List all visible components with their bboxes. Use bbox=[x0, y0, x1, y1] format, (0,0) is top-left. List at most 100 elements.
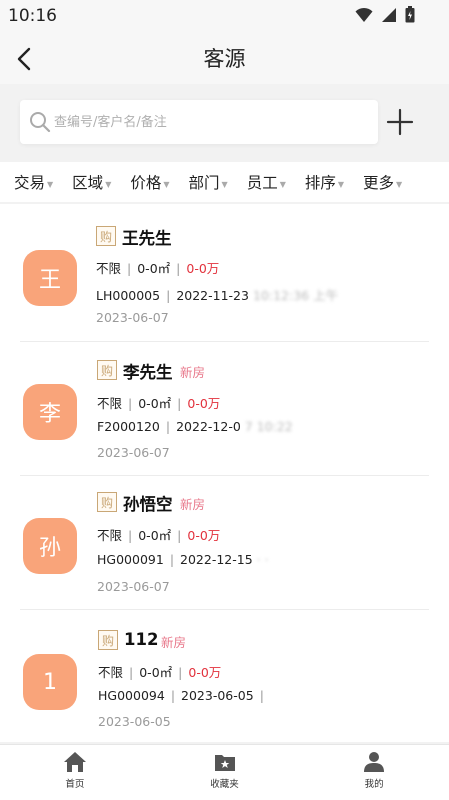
price-range: 0-0万 bbox=[186, 261, 220, 276]
filter-label: 员工 bbox=[246, 174, 278, 192]
client-card[interactable]: 李 购 李先生 新房 不限 | 0-0㎡ | 0-0万 F2000120 | 2022-12… bbox=[0, 342, 449, 476]
search-box[interactable] bbox=[20, 100, 378, 144]
search-input[interactable] bbox=[54, 100, 364, 144]
price-range: 0-0万 bbox=[187, 528, 221, 543]
dropdown-arrow-icon: ▼ bbox=[337, 179, 345, 189]
price-range: 0-0万 bbox=[187, 396, 221, 411]
created-date: 2023-06-07 bbox=[97, 445, 170, 460]
client-card[interactable]: 王 购 王先生 不限 | 0-0㎡ | 0-0万 LH000005 | 2022-11-23… bbox=[0, 204, 449, 342]
requirement-line: 不限 | 0-0㎡ | 0-0万 bbox=[96, 261, 220, 276]
house-type: 不限 bbox=[97, 528, 123, 543]
tab-mine[interactable]: 我的 bbox=[299, 745, 449, 800]
dropdown-arrow-icon: ▼ bbox=[396, 179, 403, 189]
created-date: 2023-06-07 bbox=[97, 579, 170, 594]
requirement-line: 不限 | 0-0㎡ | 0-0万 bbox=[97, 528, 221, 543]
filter-label: 部门 bbox=[188, 174, 220, 192]
new-house-tag: 新房 bbox=[161, 635, 187, 650]
buy-badge: 购 bbox=[97, 360, 117, 380]
filter-label: 更多 bbox=[363, 174, 395, 192]
client-name: 王先生 bbox=[122, 229, 172, 248]
dropdown-arrow-icon: ▼ bbox=[163, 179, 170, 189]
updated-date: 2023-06-05 bbox=[181, 688, 254, 703]
created-date: 2023-06-05 bbox=[98, 714, 171, 729]
code-line: F2000120 | 2022-12-0 7 10:22 bbox=[97, 419, 293, 434]
filter-staff[interactable]: 员工 ▼ bbox=[247, 171, 286, 193]
updated-date: 2022-12-15 bbox=[180, 552, 253, 567]
filter-label: 排序 bbox=[304, 174, 336, 192]
add-client-button[interactable] bbox=[384, 106, 416, 138]
area-range: 0-0㎡ bbox=[137, 261, 171, 276]
dropdown-arrow-icon: ▼ bbox=[279, 179, 286, 189]
wifi-icon bbox=[355, 7, 373, 22]
house-type: 不限 bbox=[98, 665, 124, 680]
blurred-text: 7 10:22 bbox=[244, 419, 293, 434]
updated-date: 2022-11-23 bbox=[176, 288, 249, 303]
home-icon bbox=[63, 752, 86, 772]
requirement-line: 不限 | 0-0㎡ | 0-0万 bbox=[98, 665, 222, 680]
tab-home[interactable]: 首页 bbox=[0, 745, 150, 800]
status-bar: 10:16 bbox=[0, 0, 449, 34]
buy-badge: 购 bbox=[96, 226, 116, 246]
filter-department[interactable]: 部门 ▼ bbox=[189, 171, 228, 193]
client-code: F2000120 bbox=[97, 419, 160, 434]
area-range: 0-0㎡ bbox=[138, 528, 172, 543]
top-header: 客源 bbox=[0, 34, 449, 84]
code-line: HG000091 | 2022-12-15 · · bbox=[97, 552, 269, 567]
area-range: 0-0㎡ bbox=[138, 396, 172, 411]
client-card[interactable]: 1 购 112 新房 不限 | 0-0㎡ | 0-0万 HG000094 | 2023-06… bbox=[0, 610, 449, 742]
bottom-tab-bar: 首页 收藏夹 我的 bbox=[0, 744, 449, 800]
filter-sort[interactable]: 排序 ▼ bbox=[305, 171, 344, 193]
search-icon bbox=[30, 112, 51, 133]
dropdown-arrow-icon: ▼ bbox=[221, 179, 228, 189]
avatar: 王 bbox=[23, 250, 77, 306]
client-code: HG000094 bbox=[98, 688, 165, 703]
new-house-tag: 新房 bbox=[180, 365, 206, 380]
avatar: 1 bbox=[23, 654, 77, 710]
house-type: 不限 bbox=[97, 396, 123, 411]
code-line: LH000005 | 2022-11-23 10:12:36 上午 bbox=[96, 288, 339, 303]
tab-favorites[interactable]: 收藏夹 bbox=[150, 745, 300, 800]
blurred-text: 10:12:36 上午 bbox=[252, 288, 339, 303]
buy-badge: 购 bbox=[97, 492, 117, 512]
filter-more[interactable]: 更多 ▼ bbox=[363, 171, 402, 193]
tab-label: 首页 bbox=[65, 779, 85, 790]
filter-label: 交易 bbox=[14, 174, 46, 192]
filter-bar: 交易 ▼ 区域 ▼ 价格 ▼ 部门 ▼ 员工 ▼ 排序 ▼ 更多 ▼ bbox=[0, 162, 449, 202]
updated-date: 2022-12-0 bbox=[176, 419, 241, 434]
client-name: 112 bbox=[124, 630, 159, 649]
client-list: 王 购 王先生 不限 | 0-0㎡ | 0-0万 LH000005 | 2022-11-23… bbox=[0, 204, 449, 742]
tab-label: 收藏夹 bbox=[210, 779, 239, 790]
dropdown-arrow-icon: ▼ bbox=[47, 179, 54, 189]
filter-price[interactable]: 价格 ▼ bbox=[130, 171, 169, 193]
requirement-line: 不限 | 0-0㎡ | 0-0万 bbox=[97, 396, 221, 411]
status-icons bbox=[355, 6, 415, 23]
client-name: 孙悟空 bbox=[123, 495, 173, 514]
avatar: 孙 bbox=[23, 518, 77, 574]
client-code: HG000091 bbox=[97, 552, 164, 567]
price-range: 0-0万 bbox=[188, 665, 222, 680]
signal-icon bbox=[382, 7, 396, 22]
code-line: HG000094 | 2023-06-05 | bbox=[98, 688, 264, 703]
blurred-text: · · bbox=[256, 552, 269, 567]
status-time: 10:16 bbox=[8, 6, 57, 26]
favorites-folder-icon bbox=[214, 755, 235, 771]
filter-label: 区域 bbox=[72, 174, 104, 192]
user-icon bbox=[364, 752, 385, 772]
search-row bbox=[0, 84, 449, 162]
new-house-tag: 新房 bbox=[180, 497, 206, 512]
tab-label: 我的 bbox=[364, 779, 384, 790]
filter-trade[interactable]: 交易 ▼ bbox=[14, 171, 53, 193]
buy-badge: 购 bbox=[98, 630, 118, 650]
area-range: 0-0㎡ bbox=[139, 665, 173, 680]
page-title: 客源 bbox=[203, 47, 246, 71]
created-date: 2023-06-07 bbox=[96, 310, 169, 325]
dropdown-arrow-icon: ▼ bbox=[105, 179, 112, 189]
filter-label: 价格 bbox=[130, 174, 162, 192]
house-type: 不限 bbox=[96, 261, 122, 276]
client-code: LH000005 bbox=[96, 288, 161, 303]
battery-icon bbox=[405, 6, 415, 23]
avatar: 李 bbox=[23, 384, 77, 440]
client-card[interactable]: 孙 购 孙悟空 新房 不限 | 0-0㎡ | 0-0万 HG000091 | 2022-12… bbox=[0, 476, 449, 610]
client-name: 李先生 bbox=[123, 363, 173, 382]
filter-region[interactable]: 区域 ▼ bbox=[72, 171, 111, 193]
